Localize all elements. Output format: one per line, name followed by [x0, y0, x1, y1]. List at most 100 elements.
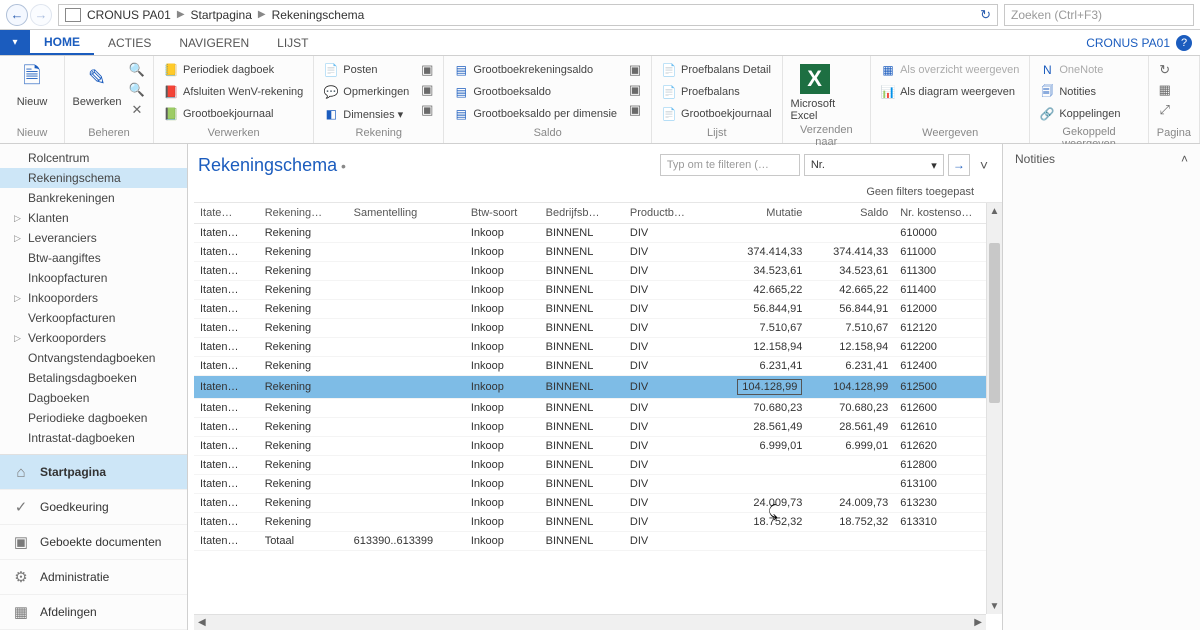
table-cell[interactable]: Inkoop [465, 418, 540, 437]
ribbon-button[interactable]: 📊Als diagram weergeven [879, 82, 1021, 102]
table-cell[interactable]: DIV [624, 262, 710, 281]
ribbon-button[interactable]: 📄Grootboekjournaal [660, 104, 774, 124]
table-cell[interactable]: BINNENL [540, 224, 624, 243]
table-cell[interactable]: Inkoop [465, 456, 540, 475]
ribbon-button[interactable]: 🔗Koppelingen [1038, 104, 1122, 124]
sidebar-item[interactable]: Betalingsdagboeken [0, 368, 187, 388]
table-cell[interactable] [808, 456, 894, 475]
table-cell[interactable]: Inkoop [465, 319, 540, 338]
column-header[interactable]: Bedrijfsb… [540, 203, 624, 224]
table-cell[interactable]: Rekening [259, 513, 348, 532]
ribbon-button[interactable]: 📄Proefbalans [660, 82, 774, 102]
ribbon-button[interactable]: ◧Dimensies ▾ [322, 104, 411, 124]
ribbon-button[interactable]: ▤Grootboeksaldo per dimensie [452, 104, 619, 124]
collapse-icon[interactable]: ˄ [1181, 152, 1188, 166]
table-cell[interactable]: 6.231,41 [808, 357, 894, 376]
tab-navigeren[interactable]: NAVIGEREN [165, 30, 263, 55]
table-cell[interactable]: Itaten… [194, 532, 259, 551]
table-cell[interactable]: Rekening [259, 418, 348, 437]
table-cell[interactable]: BINNENL [540, 399, 624, 418]
table-cell[interactable]: DIV [624, 224, 710, 243]
tab-home[interactable]: HOME [30, 30, 94, 55]
table-cell[interactable] [710, 224, 809, 243]
table-cell[interactable]: Inkoop [465, 376, 540, 399]
table-cell[interactable]: Itaten… [194, 338, 259, 357]
sidebar-item[interactable]: Intrastat-dagboeken [0, 428, 187, 448]
table-cell[interactable]: DIV [624, 494, 710, 513]
breadcrumb[interactable]: CRONUS PA01 ▶ Startpagina ▶ Rekeningsche… [87, 8, 364, 22]
table-cell[interactable]: BINNENL [540, 281, 624, 300]
table-cell[interactable]: Rekening [259, 494, 348, 513]
sidebar-item[interactable]: Bankrekeningen [0, 188, 187, 208]
table-cell[interactable]: DIV [624, 532, 710, 551]
table-cell[interactable]: Totaal [259, 532, 348, 551]
table-cell[interactable]: 56.844,91 [808, 300, 894, 319]
column-header[interactable]: Samentelling [348, 203, 465, 224]
sidebar-item[interactable]: ▷Verkooporders [0, 328, 187, 348]
sidebar-section[interactable]: ⚙Administratie [0, 560, 187, 595]
ribbon-small-icon[interactable]: ✕ [129, 102, 145, 118]
expand-filter-button[interactable]: ˅ [974, 157, 994, 173]
table-cell[interactable] [348, 494, 465, 513]
table-cell[interactable] [348, 418, 465, 437]
table-cell[interactable]: 104.128,99 [710, 376, 809, 399]
table-cell[interactable]: Itaten… [194, 300, 259, 319]
table-cell[interactable]: 18.752,32 [710, 513, 809, 532]
nav-back-button[interactable]: ← [6, 4, 28, 26]
sidebar-section[interactable]: ▣Geboekte documenten [0, 525, 187, 560]
table-cell[interactable]: Inkoop [465, 357, 540, 376]
app-menu-button[interactable]: ▾ [0, 30, 30, 55]
table-cell[interactable]: Inkoop [465, 338, 540, 357]
ribbon-button[interactable]: ▦Als overzicht weergeven [879, 60, 1021, 80]
column-header[interactable]: Productb… [624, 203, 710, 224]
table-cell[interactable]: Itaten… [194, 262, 259, 281]
ribbon-button[interactable]: 💬Opmerkingen [322, 82, 411, 102]
table-cell[interactable]: Rekening [259, 456, 348, 475]
table-row[interactable]: Itaten…RekeningInkoopBINNENLDIV12.158,94… [194, 338, 1002, 357]
table-cell[interactable]: 56.844,91 [710, 300, 809, 319]
scroll-thumb[interactable] [989, 243, 1000, 403]
table-row[interactable]: Itaten…RekeningInkoopBINNENLDIV374.414,3… [194, 243, 1002, 262]
table-cell[interactable] [348, 243, 465, 262]
sidebar-item[interactable]: Periodieke dagboeken [0, 408, 187, 428]
ribbon-button[interactable]: 📄Proefbalans Detail [660, 60, 774, 80]
table-cell[interactable]: Inkoop [465, 532, 540, 551]
table-cell[interactable] [808, 475, 894, 494]
table-cell[interactable]: DIV [624, 456, 710, 475]
table-row[interactable]: Itaten…RekeningInkoopBINNENLDIV42.665,22… [194, 281, 1002, 300]
ribbon-small-icon[interactable]: ⤢ [1157, 102, 1173, 118]
search-input[interactable]: Zoeken (Ctrl+F3) [1004, 4, 1194, 26]
address-bar[interactable]: CRONUS PA01 ▶ Startpagina ▶ Rekeningsche… [58, 4, 998, 26]
table-row[interactable]: Itaten…RekeningInkoopBINNENLDIV34.523,61… [194, 262, 1002, 281]
table-cell[interactable] [348, 281, 465, 300]
table-cell[interactable]: Itaten… [194, 357, 259, 376]
breadcrumb-item[interactable]: Rekeningschema [272, 8, 365, 22]
column-header[interactable]: Itate… [194, 203, 259, 224]
table-cell[interactable]: Rekening [259, 357, 348, 376]
table-cell[interactable]: Itaten… [194, 243, 259, 262]
table-cell[interactable]: Rekening [259, 376, 348, 399]
table-cell[interactable]: BINNENL [540, 532, 624, 551]
table-cell[interactable]: Rekening [259, 300, 348, 319]
table-cell[interactable]: DIV [624, 243, 710, 262]
table-cell[interactable]: Inkoop [465, 399, 540, 418]
table-row[interactable]: Itaten…RekeningInkoopBINNENLDIV613100 [194, 475, 1002, 494]
table-cell[interactable]: DIV [624, 418, 710, 437]
table-cell[interactable] [348, 513, 465, 532]
table-cell[interactable]: 7.510,67 [808, 319, 894, 338]
table-cell[interactable]: 24.009,73 [710, 494, 809, 513]
vertical-scrollbar[interactable]: ▲ ▼ [986, 203, 1002, 614]
table-cell[interactable]: 6.999,01 [808, 437, 894, 456]
table-cell[interactable]: Itaten… [194, 418, 259, 437]
table-cell[interactable]: 70.680,23 [808, 399, 894, 418]
table-cell[interactable]: Inkoop [465, 475, 540, 494]
table-cell[interactable] [348, 319, 465, 338]
column-header[interactable]: Btw-soort [465, 203, 540, 224]
table-row[interactable]: Itaten…RekeningInkoopBINNENLDIV28.561,49… [194, 418, 1002, 437]
table-cell[interactable]: Rekening [259, 475, 348, 494]
table-cell[interactable]: Inkoop [465, 281, 540, 300]
table-row[interactable]: Itaten…RekeningInkoopBINNENLDIV612800 [194, 456, 1002, 475]
table-cell[interactable] [808, 224, 894, 243]
table-row[interactable]: Itaten…RekeningInkoopBINNENLDIV24.009,73… [194, 494, 1002, 513]
ribbon-small-icon[interactable]: 🔍 [129, 82, 145, 98]
